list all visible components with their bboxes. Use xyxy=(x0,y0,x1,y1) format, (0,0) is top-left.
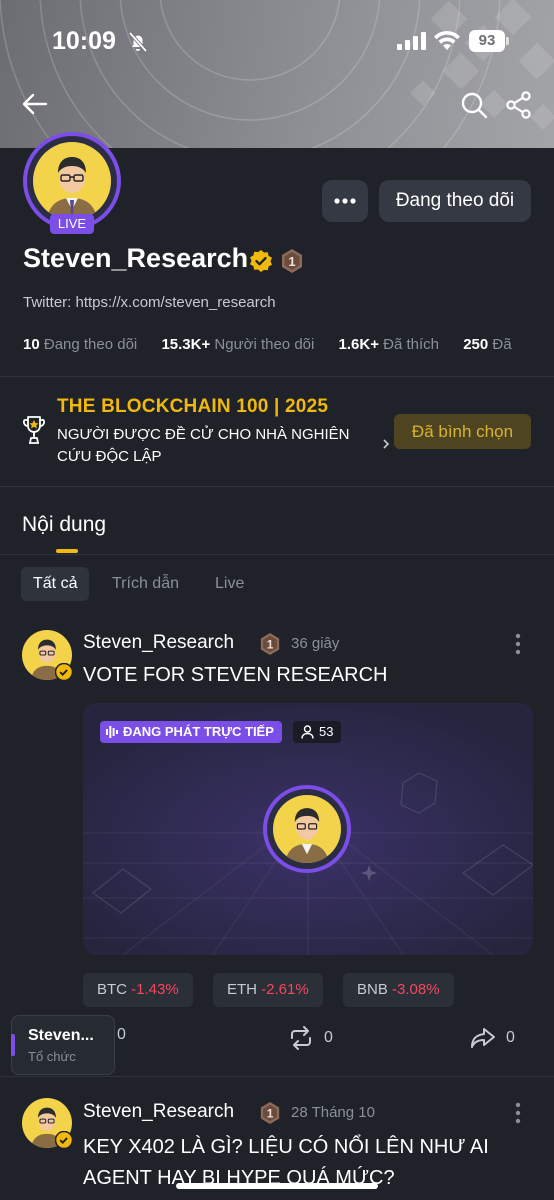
battery-cap xyxy=(506,37,509,45)
live-host-avatar xyxy=(263,785,351,873)
ticker-eth[interactable]: ETH -2.61% xyxy=(213,973,323,1007)
live-badge: LIVE xyxy=(50,214,94,234)
tab-content[interactable]: Nội dung xyxy=(22,513,106,537)
post-text: VOTE FOR STEVEN RESEARCH xyxy=(83,664,388,686)
rank-badge-icon: 1 xyxy=(282,249,302,273)
award-description: NGƯỜI ĐƯỢC ĐỀ CỬ CHO NHÀ NGHIÊN CỨU ĐỘC … xyxy=(57,426,350,465)
stat-likes[interactable]: 1.6K+ Đã thích xyxy=(339,336,440,353)
org-accent-bar xyxy=(11,1034,15,1056)
trophy-icon xyxy=(23,416,45,444)
rank-number: 1 xyxy=(267,1107,274,1121)
stat-followers[interactable]: 15.3K+ Người theo dõi xyxy=(161,336,314,353)
post-author-name[interactable]: Steven_Research xyxy=(83,632,234,654)
organization-chip[interactable]: Steven... Tổ chức xyxy=(11,1015,115,1075)
award-title: THE BLOCKCHAIN 100 | 2025 xyxy=(57,396,329,417)
viewer-count: 53 xyxy=(319,724,334,739)
arrow-left-icon[interactable] xyxy=(22,92,48,116)
status-time: 10:09 xyxy=(52,27,116,55)
org-role: Tổ chức xyxy=(28,1049,76,1064)
filter-quotes[interactable]: Trích dẫn xyxy=(100,567,191,601)
profile-name: Steven_Research xyxy=(23,243,249,273)
post-timestamp: 28 Tháng 10 xyxy=(291,1104,375,1121)
org-name: Steven... xyxy=(28,1027,94,1044)
stat-following[interactable]: 10 Đang theo dõi xyxy=(23,336,137,353)
live-now-label: ĐANG PHÁT TRỰC TIẾP xyxy=(123,724,274,739)
wifi-icon xyxy=(434,30,460,50)
divider xyxy=(0,554,554,555)
verified-badge-icon xyxy=(55,663,73,681)
signal-icon xyxy=(397,32,426,50)
repost-icon xyxy=(291,1026,311,1050)
post-menu-icon[interactable] xyxy=(514,1102,522,1124)
more-dots-icon xyxy=(334,198,356,204)
divider xyxy=(0,486,554,487)
bell-off-icon xyxy=(128,31,148,53)
repost-count: 0 xyxy=(324,1029,333,1046)
avatar-image xyxy=(273,795,341,863)
ticker-btc[interactable]: BTC -1.43% xyxy=(83,973,193,1007)
status-bar: 10:09 93 xyxy=(0,0,554,80)
post-menu-icon[interactable] xyxy=(514,633,522,655)
divider xyxy=(0,1076,554,1077)
live-stream-card[interactable]: ĐANG PHÁT TRỰC TIẾP 53 xyxy=(83,703,533,955)
rank-number: 1 xyxy=(267,638,274,652)
more-options-button[interactable] xyxy=(322,180,368,222)
user-icon xyxy=(301,725,314,739)
viewer-count-pill: 53 xyxy=(293,721,342,743)
repost-action[interactable]: 0 xyxy=(288,1026,333,1050)
share-count: 0 xyxy=(506,1029,515,1046)
rank-badge-icon: 1 xyxy=(260,1102,280,1124)
filter-all[interactable]: Tất cả xyxy=(21,567,90,601)
ticker-bnb[interactable]: BNB -3.08% xyxy=(343,973,454,1007)
verified-badge-icon xyxy=(250,250,272,272)
voted-button[interactable]: Đã bình chọn xyxy=(394,414,531,449)
comment-count: 0 xyxy=(117,1026,126,1043)
rank-number: 1 xyxy=(288,254,295,269)
following-button[interactable]: Đang theo dõi xyxy=(379,180,531,222)
comment-action[interactable]: 0 xyxy=(117,1026,126,1044)
share-action[interactable]: 0 xyxy=(470,1026,515,1050)
share-arrow-icon xyxy=(471,1028,495,1048)
live-now-pill: ĐANG PHÁT TRỰC TIẾP xyxy=(100,721,282,743)
post-author-name[interactable]: Steven_Research xyxy=(83,1101,234,1123)
divider xyxy=(0,376,554,377)
profile-stats: 10 Đang theo dõi 15.3K+ Người theo dõi 1… xyxy=(23,336,532,353)
rank-badge-icon: 1 xyxy=(260,633,280,655)
chevron-right-icon[interactable] xyxy=(381,437,391,451)
home-indicator xyxy=(176,1183,378,1189)
live-wave-icon xyxy=(106,726,118,738)
post-timestamp: 36 giây xyxy=(291,635,340,652)
tab-active-indicator xyxy=(56,549,78,553)
stat-shared[interactable]: 250 Đã xyxy=(463,336,511,353)
search-icon[interactable] xyxy=(460,91,488,119)
share-icon[interactable] xyxy=(506,91,532,119)
filter-live[interactable]: Live xyxy=(203,567,256,601)
avatar-image xyxy=(33,142,111,220)
profile-bio: Twitter: https://x.com/steven_research xyxy=(23,294,276,311)
verified-badge-icon xyxy=(55,1131,73,1149)
battery-indicator: 93 xyxy=(469,30,505,52)
